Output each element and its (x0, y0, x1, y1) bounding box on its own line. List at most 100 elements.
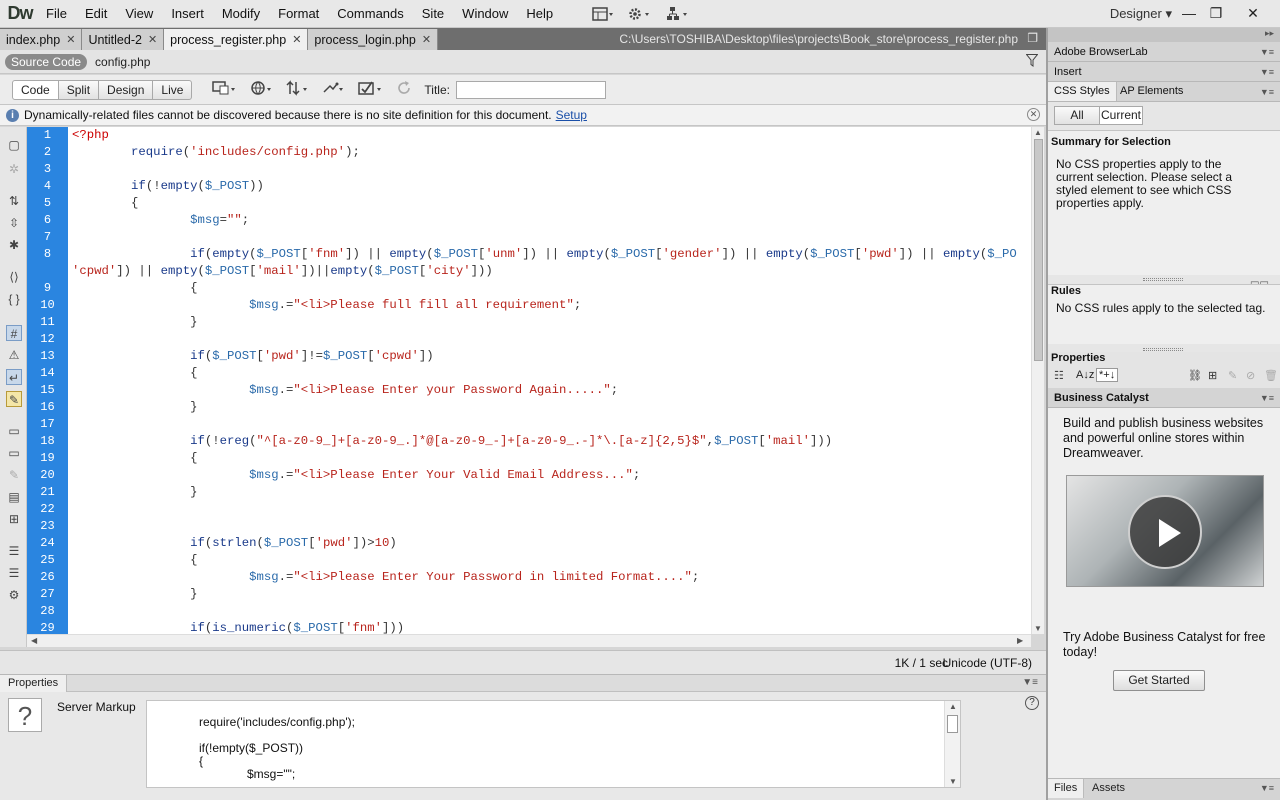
play-icon[interactable] (1128, 495, 1202, 569)
close-icon[interactable]: ✕ (148, 33, 157, 46)
properties-tab[interactable]: Properties (0, 675, 68, 692)
code-line[interactable]: { (68, 280, 1031, 297)
code-line[interactable]: if($_POST['pwd']!=$_POST['cpwd']) (68, 348, 1031, 365)
attach-stylesheet-icon[interactable]: ⛓ (1188, 369, 1202, 382)
code-line[interactable]: { (68, 450, 1031, 467)
split-view-button[interactable]: Split (57, 79, 100, 100)
multiscreen-icon[interactable] (212, 80, 238, 99)
code-line[interactable]: if(empty($_POST['fnm']) || empty($_POST[… (68, 246, 1031, 263)
horizontal-scrollbar[interactable]: ◀ ▶ (27, 634, 1031, 647)
gear-icon[interactable] (628, 7, 652, 21)
collapse-tag-icon[interactable]: ⇅ (6, 193, 22, 209)
refresh-icon[interactable] (396, 80, 412, 99)
syntax-error-alerts-icon[interactable]: ✎ (6, 391, 22, 407)
code-line[interactable]: if(is_numeric($_POST['fnm'])) (68, 620, 1031, 634)
trash-icon[interactable]: 🗑 (1264, 369, 1278, 382)
panel-menu-icon[interactable]: ▼≡ (1260, 82, 1274, 102)
current-mode-button[interactable]: Current (1099, 106, 1143, 125)
resize-grip[interactable] (1143, 278, 1183, 281)
code-line[interactable]: } (68, 484, 1031, 501)
scrollbar-thumb[interactable] (1034, 139, 1043, 361)
code-line[interactable]: $msg.="<li>Please Enter Your Valid Email… (68, 467, 1031, 484)
menu-format[interactable]: Format (269, 0, 328, 28)
scroll-down-icon[interactable]: ▼ (949, 777, 957, 786)
code-line[interactable]: $msg.="<li>Please Enter your Password Ag… (68, 382, 1031, 399)
menu-view[interactable]: View (116, 0, 162, 28)
tab-assets[interactable]: Assets (1086, 779, 1131, 798)
code-line[interactable]: $msg.="<li>Please full fill all requirem… (68, 297, 1031, 314)
all-mode-button[interactable]: All (1054, 106, 1100, 125)
collapse-icon[interactable]: ▸▸ (1265, 28, 1274, 39)
scrollbar-thumb[interactable] (947, 715, 958, 733)
disable-rule-icon[interactable]: ⊘ (1246, 369, 1255, 382)
setup-link[interactable]: Setup (556, 108, 587, 122)
code-line[interactable]: <?php (68, 127, 1031, 144)
code-line[interactable]: } (68, 399, 1031, 416)
restore-panel-icon[interactable]: ❐ (1027, 31, 1038, 45)
sitemap-icon[interactable] (666, 6, 690, 22)
restore-button[interactable]: ❐ (1203, 2, 1229, 24)
show-code-navigator-icon[interactable]: ✲ (6, 161, 22, 177)
category-view-icon[interactable]: ☷ (1054, 369, 1064, 382)
code-line[interactable] (68, 161, 1031, 178)
menu-window[interactable]: Window (453, 0, 517, 28)
code-line[interactable] (68, 331, 1031, 348)
sort-az-icon[interactable]: A↓z (1076, 369, 1094, 381)
expand-all-icon[interactable]: ✱ (6, 237, 22, 253)
close-window-button[interactable]: ✕ (1240, 2, 1266, 24)
help-icon[interactable]: ? (1025, 696, 1039, 710)
code-line[interactable] (68, 603, 1031, 620)
code-line[interactable]: $msg=""; (68, 212, 1031, 229)
code-line[interactable]: if(strlen($_POST['pwd'])>10) (68, 535, 1031, 552)
word-wrap-icon[interactable]: ↵ (6, 369, 22, 385)
browserlab-header[interactable]: Adobe BrowserLab ▼≡ (1048, 42, 1280, 62)
menu-site[interactable]: Site (413, 0, 453, 28)
new-rule-icon[interactable]: ⊞ (1208, 369, 1217, 382)
format-source-icon[interactable]: ⚙ (6, 587, 22, 603)
live-view-button[interactable]: Live (152, 79, 193, 100)
remove-comment-icon[interactable]: ▭ (6, 445, 22, 461)
panel-menu-icon[interactable]: ▼≡ (1022, 677, 1038, 688)
highlight-invalid-code-icon[interactable]: ⚠ (6, 347, 22, 363)
menu-edit[interactable]: Edit (76, 0, 116, 28)
title-input[interactable] (455, 80, 606, 99)
menu-commands[interactable]: Commands (328, 0, 412, 28)
scroll-up-icon[interactable]: ▲ (949, 702, 957, 711)
related-file-config[interactable]: config.php (95, 55, 150, 69)
source-code-button[interactable]: Source Code (5, 53, 88, 70)
code-line[interactable]: if(!empty($_POST)) (68, 178, 1031, 195)
debug-icon[interactable] (322, 80, 346, 99)
code-editor[interactable]: <?php require('includes/config.php'); if… (68, 127, 1031, 634)
collapse-selection-icon[interactable]: ⇳ (6, 215, 22, 231)
insert-header[interactable]: Insert ▼≡ (1048, 62, 1280, 82)
scroll-left-icon[interactable]: ◀ (31, 636, 37, 645)
doc-tab-active[interactable]: process_register.php ✕ (164, 29, 309, 50)
open-documents-icon[interactable]: ▢ (6, 137, 22, 153)
indent-code-icon[interactable]: ☰ (6, 543, 22, 559)
layout-icon[interactable] (592, 6, 614, 21)
close-icon[interactable]: ✕ (66, 33, 75, 46)
close-icon[interactable]: ✕ (292, 33, 301, 46)
select-parent-tag-icon[interactable]: ⟨⟩ (6, 269, 22, 285)
close-icon[interactable]: ✕ (422, 33, 431, 46)
apply-comment-icon[interactable]: ▭ (6, 423, 22, 439)
code-line[interactable] (68, 416, 1031, 433)
tab-css-styles[interactable]: CSS Styles (1048, 82, 1117, 101)
file-management-icon[interactable] (286, 80, 310, 99)
code-view-button[interactable]: Code (12, 79, 59, 100)
scroll-down-icon[interactable]: ▼ (1034, 624, 1042, 633)
bc-video-thumbnail[interactable] (1066, 475, 1264, 587)
vertical-scrollbar[interactable]: ▲ ▼ (1031, 127, 1044, 634)
resize-grip[interactable] (1143, 348, 1183, 351)
tab-ap-elements[interactable]: AP Elements (1114, 82, 1189, 101)
move-css-icon[interactable]: ⊞ (6, 511, 22, 527)
code-line[interactable]: { (68, 195, 1031, 212)
doc-tab[interactable]: process_login.php ✕ (308, 29, 439, 50)
panel-menu-icon[interactable]: ▼≡ (1260, 783, 1274, 793)
workspace-switcher[interactable]: Designer ▾ (1110, 0, 1172, 28)
code-line[interactable]: { (68, 552, 1031, 569)
business-catalyst-header[interactable]: Business Catalyst ▼≡ (1048, 388, 1280, 408)
code-line[interactable]: 'cpwd']) || empty($_POST['mail'])||empty… (68, 263, 1031, 280)
close-icon[interactable]: ✕ (1027, 108, 1040, 121)
markup-scrollbar[interactable]: ▲ ▼ (944, 701, 960, 787)
